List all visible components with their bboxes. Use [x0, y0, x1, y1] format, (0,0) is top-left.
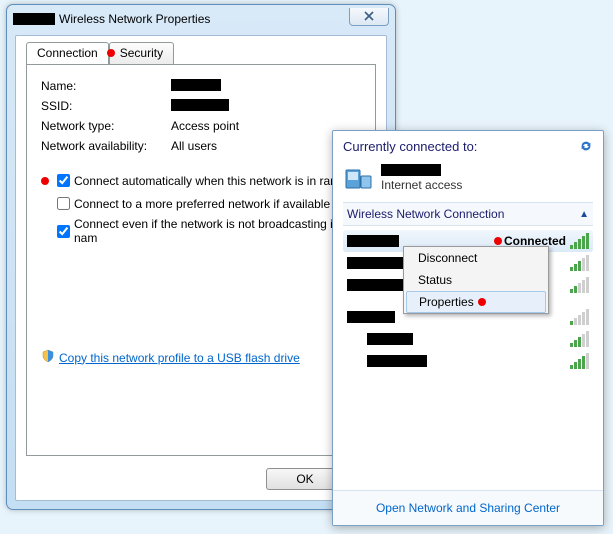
menu-properties[interactable]: Properties [406, 291, 546, 313]
refresh-icon[interactable] [579, 139, 593, 156]
close-button[interactable] [349, 8, 389, 26]
shield-icon [41, 349, 55, 366]
current-network-name-redacted [381, 164, 441, 176]
signal-bars-icon [570, 353, 589, 369]
signal-bars-icon [570, 277, 589, 293]
wifi-item[interactable] [343, 328, 593, 350]
tab-security-label: Security [120, 46, 163, 60]
wifi-name-redacted [347, 311, 395, 323]
name-value-redacted [171, 79, 221, 91]
network-icon [343, 162, 375, 194]
ssid-value-redacted [171, 99, 229, 111]
wifi-name-redacted [367, 355, 427, 367]
copy-profile-link[interactable]: Copy this network profile to a USB flash… [41, 349, 300, 366]
redacted-network-name [13, 13, 55, 25]
titlebar[interactable]: Wireless Network Properties [7, 5, 395, 33]
copy-profile-label: Copy this network profile to a USB flash… [59, 351, 300, 365]
wifi-name-redacted [367, 333, 413, 345]
window-title: Wireless Network Properties [59, 12, 210, 26]
annotation-dot [494, 237, 502, 245]
network-type-label: Network type: [41, 119, 171, 133]
signal-bars-icon [570, 331, 589, 347]
context-menu: Disconnect Status Properties [403, 246, 549, 314]
wifi-name-redacted [347, 235, 399, 247]
annotation-dot [478, 298, 486, 306]
network-flyout: Currently connected to: Internet access … [332, 130, 604, 526]
availability-label: Network availability: [41, 139, 171, 153]
checkbox-auto-connect-label: Connect automatically when this network … [74, 174, 350, 188]
menu-status[interactable]: Status [404, 269, 548, 291]
current-network-sub: Internet access [381, 178, 462, 192]
ssid-label: SSID: [41, 99, 171, 113]
checkbox-prefer-network[interactable] [57, 197, 70, 210]
annotation-dot [107, 49, 115, 57]
checkbox-hidden-network-label: Connect even if the network is not broad… [74, 217, 361, 245]
signal-bars-icon [570, 233, 589, 249]
flyout-footer: Open Network and Sharing Center [333, 490, 603, 525]
availability-value: All users [171, 139, 217, 153]
signal-bars-icon [570, 255, 589, 271]
close-icon [364, 10, 374, 24]
checkbox-auto-connect[interactable] [57, 174, 70, 187]
checkbox-hidden-network[interactable] [57, 225, 70, 238]
annotation-dot [41, 177, 49, 185]
tab-connection[interactable]: Connection [26, 42, 109, 64]
network-type-value: Access point [171, 119, 239, 133]
tab-security[interactable]: Security [109, 42, 174, 64]
wireless-section-label: Wireless Network Connection [347, 207, 504, 221]
wifi-name-redacted [347, 257, 403, 269]
signal-bars-icon [570, 309, 589, 325]
open-network-center-link[interactable]: Open Network and Sharing Center [376, 501, 560, 515]
wifi-item-connected[interactable]: Connected Disconnect Status Properties [343, 230, 593, 252]
tab-connection-label: Connection [37, 46, 98, 60]
collapse-icon: ▲ [579, 209, 589, 220]
wireless-section-header[interactable]: Wireless Network Connection ▲ [343, 202, 593, 226]
tabs: Connection Security [26, 42, 386, 64]
flyout-title: Currently connected to: [343, 139, 477, 156]
checkbox-prefer-network-label: Connect to a more preferred network if a… [74, 197, 330, 211]
menu-disconnect[interactable]: Disconnect [404, 247, 548, 269]
name-label: Name: [41, 79, 171, 93]
connection-panel: Name: SSID: Network type: Access point N… [26, 64, 376, 456]
current-network: Internet access [343, 162, 593, 194]
ok-button-label: OK [296, 472, 313, 486]
wifi-list: Connected Disconnect Status Properties [343, 230, 593, 372]
wifi-item[interactable] [343, 350, 593, 372]
